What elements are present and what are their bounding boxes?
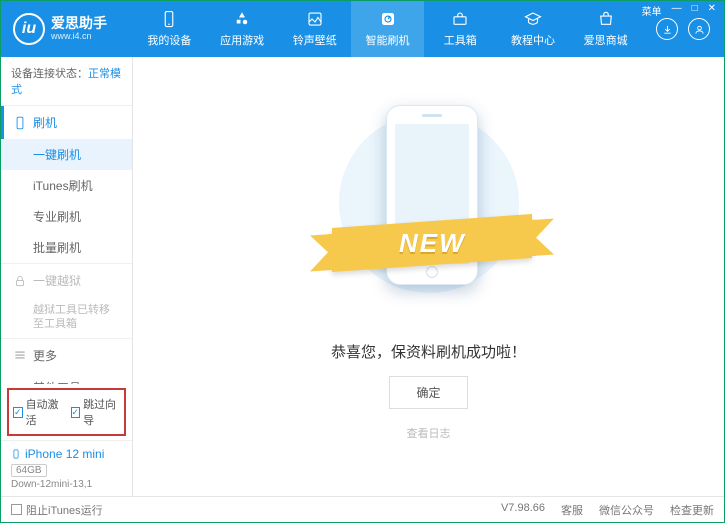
app-url: www.i4.cn	[51, 32, 107, 42]
sidebar-item-itunes[interactable]: iTunes刷机	[1, 170, 132, 201]
nav-label: 我的设备	[147, 32, 191, 48]
nav-label: 教程中心	[511, 32, 555, 48]
sidebar: 设备连接状态：正常模式 刷机 一键刷机 iTunes刷机 专业刷机 批量刷机 一…	[1, 57, 133, 496]
nav-flash[interactable]: 智能刷机	[351, 1, 424, 57]
nav-label: 铃声壁纸	[293, 32, 337, 48]
connection-status: 设备连接状态：正常模式	[1, 57, 132, 106]
window-controls: 菜单 — □ ✕	[640, 3, 718, 18]
checkbox-block-itunes[interactable]: 阻止iTunes运行	[11, 502, 103, 518]
sidebar-item-pro[interactable]: 专业刷机	[1, 201, 132, 232]
phone-icon	[13, 116, 27, 130]
options-box: ✓自动激活 ✓跳过向导	[7, 388, 126, 436]
group-label: 更多	[33, 347, 57, 364]
title-bar: 菜单 — □ ✕ iu 爱思助手 www.i4.cn 我的设备 应用游戏 铃声壁…	[1, 1, 724, 57]
nav-label: 应用游戏	[220, 32, 264, 48]
close-button[interactable]: ✕	[706, 3, 718, 18]
update-link[interactable]: 检查更新	[670, 502, 714, 518]
version-label: V7.98.66	[501, 502, 545, 518]
user-button[interactable]	[688, 18, 710, 40]
sidebar-item-oneclick[interactable]: 一键刷机	[1, 139, 132, 170]
nav-ringtone[interactable]: 铃声壁纸	[278, 1, 351, 57]
menu-icon[interactable]: 菜单	[640, 3, 664, 18]
maximize-button[interactable]: □	[690, 3, 700, 18]
store-icon	[597, 10, 615, 28]
check-icon: ✓	[13, 407, 23, 418]
app-window: 菜单 — □ ✕ iu 爱思助手 www.i4.cn 我的设备 应用游戏 铃声壁…	[0, 0, 725, 523]
minimize-button[interactable]: —	[670, 3, 684, 18]
checkbox-label: 跳过向导	[83, 396, 120, 428]
wallpaper-icon	[306, 10, 324, 28]
wechat-link[interactable]: 微信公众号	[599, 502, 654, 518]
checkbox-skip-guide[interactable]: ✓跳过向导	[71, 396, 121, 428]
titlebar-right	[642, 18, 724, 40]
apps-icon	[233, 10, 251, 28]
sidebar-group-flash[interactable]: 刷机	[1, 106, 132, 139]
nav-apps[interactable]: 应用游戏	[206, 1, 279, 57]
support-link[interactable]: 客服	[561, 502, 583, 518]
body: 设备连接状态：正常模式 刷机 一键刷机 iTunes刷机 专业刷机 批量刷机 一…	[1, 57, 724, 496]
nav-label: 智能刷机	[366, 32, 410, 48]
nav-label: 爱思商城	[584, 32, 628, 48]
lock-icon	[13, 274, 27, 288]
checkbox-label: 阻止iTunes运行	[26, 502, 103, 518]
checkbox-auto-activate[interactable]: ✓自动激活	[13, 396, 63, 428]
nav-toolbox[interactable]: 工具箱	[424, 1, 497, 57]
main-content: NEW 恭喜您，保资料刷机成功啦！ 确定 查看日志	[133, 57, 724, 496]
phone-icon	[160, 10, 178, 28]
tutorial-icon	[524, 10, 542, 28]
logo-icon: iu	[13, 13, 45, 45]
logo: iu 爱思助手 www.i4.cn	[1, 13, 133, 45]
more-icon	[13, 348, 27, 362]
sidebar-menu: 刷机 一键刷机 iTunes刷机 专业刷机 批量刷机 一键越狱 越狱工具已转移至…	[1, 106, 132, 384]
sidebar-group-more[interactable]: 更多	[1, 339, 132, 372]
view-log-link[interactable]: 查看日志	[407, 425, 451, 441]
check-icon: ✓	[71, 407, 81, 418]
jailbreak-note: 越狱工具已转移至工具箱	[1, 297, 132, 338]
nav-label: 工具箱	[444, 32, 477, 48]
device-capacity: 64GB	[11, 464, 47, 477]
success-message: 恭喜您，保资料刷机成功啦！	[331, 341, 526, 362]
sidebar-item-batch[interactable]: 批量刷机	[1, 232, 132, 263]
sidebar-group-jailbreak[interactable]: 一键越狱	[1, 264, 132, 297]
status-bar: 阻止iTunes运行 V7.98.66 客服 微信公众号 检查更新	[1, 496, 724, 522]
ok-button[interactable]: 确定	[389, 376, 467, 409]
sidebar-item-other[interactable]: 其他工具	[1, 372, 132, 384]
device-info[interactable]: iPhone 12 mini 64GB Down-12mini-13,1	[1, 440, 132, 496]
group-label: 一键越狱	[33, 272, 81, 289]
status-label: 设备连接状态：	[11, 68, 88, 80]
device-model: Down-12mini-13,1	[11, 479, 122, 490]
device-name: iPhone 12 mini	[11, 447, 122, 461]
flash-icon	[379, 10, 397, 28]
toolbox-icon	[451, 10, 469, 28]
nav-store[interactable]: 爱思商城	[569, 1, 642, 57]
nav-tutorial[interactable]: 教程中心	[497, 1, 570, 57]
checkbox-icon	[11, 504, 22, 515]
checkbox-label: 自动激活	[26, 396, 63, 428]
download-button[interactable]	[656, 18, 678, 40]
group-label: 刷机	[33, 114, 57, 131]
success-illustration: NEW	[354, 113, 504, 313]
app-title: 爱思助手	[51, 16, 107, 31]
main-nav: 我的设备 应用游戏 铃声壁纸 智能刷机 工具箱 教程中心 爱思商城	[133, 1, 642, 57]
nav-my-device[interactable]: 我的设备	[133, 1, 206, 57]
